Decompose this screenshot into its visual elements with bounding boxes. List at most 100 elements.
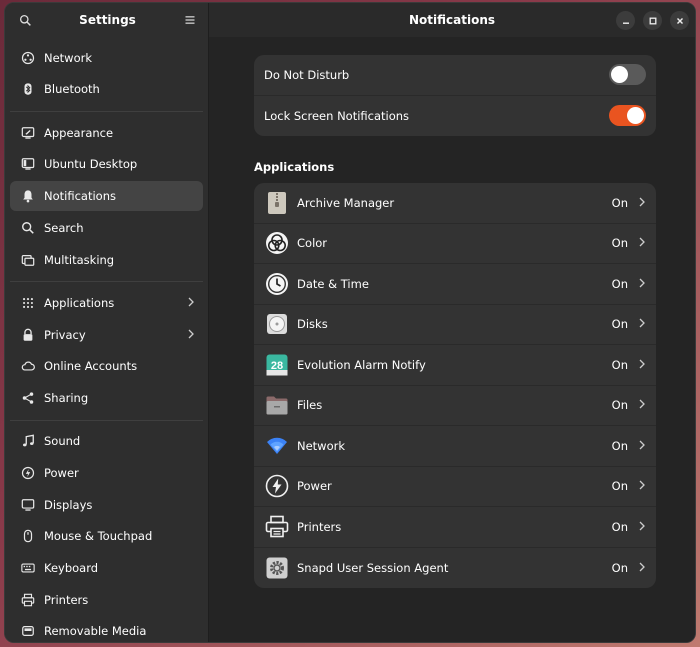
applications-section-title: Applications (254, 160, 335, 174)
lock-screen-notifications-label: Lock Screen Notifications (264, 108, 410, 123)
sidebar-item-appearance[interactable]: Appearance (10, 118, 203, 148)
app-row-archive-manager[interactable]: Archive Manager On (254, 183, 656, 224)
sidebar-item-multitasking[interactable]: Multitasking (10, 245, 203, 275)
app-name: Files (297, 398, 323, 413)
cloud-icon (20, 358, 36, 374)
chevron-right-icon (187, 296, 195, 310)
lock-icon (20, 327, 36, 343)
sidebar-title: Settings (79, 13, 136, 27)
app-row-files[interactable]: Files On (254, 386, 656, 426)
toggle-knob (627, 107, 644, 125)
sidebar-item-removable-media[interactable]: Removable Media (10, 616, 203, 642)
sidebar-item-label: Sharing (44, 390, 89, 405)
sidebar-item-sharing[interactable]: Sharing (10, 383, 203, 413)
page-title: Notifications (408, 13, 496, 27)
desktop-icon (20, 156, 36, 172)
sidebar-item-privacy[interactable]: Privacy (10, 320, 203, 350)
wifi-icon (265, 434, 289, 458)
calendar-icon: 28 (265, 353, 289, 377)
sidebar-item-power[interactable]: Power (10, 458, 203, 488)
app-name: Evolution Alarm Notify (297, 357, 426, 372)
sidebar-item-label: Printers (44, 592, 89, 607)
app-notification-state: On (611, 317, 628, 332)
settings-window: Settings Network Bluetooth Appearance Ubunt… (4, 2, 696, 643)
app-notification-state: On (611, 398, 628, 413)
sidebar-item-label: Power (44, 466, 79, 480)
sidebar-nav: Network Bluetooth Appearance Ubuntu Desktop… (5, 37, 208, 642)
applications-list: Archive Manager On Color On Date & Time On Dis… (254, 183, 656, 588)
app-name: Color (297, 236, 328, 251)
sidebar-item-label: Bluetooth (44, 82, 100, 97)
lock-screen-notifications-row[interactable]: Lock Screen Notifications (254, 96, 656, 137)
sidebar-item-label: Keyboard (44, 561, 99, 576)
main-header: Notifications (209, 3, 695, 37)
do-not-disturb-row[interactable]: Do Not Disturb (254, 55, 656, 96)
sidebar-item-printers[interactable]: Printers (10, 585, 203, 615)
appearance-icon (20, 125, 36, 141)
sidebar-item-ubuntu-desktop[interactable]: Ubuntu Desktop (10, 149, 203, 179)
network-icon (20, 50, 36, 66)
sidebar-group: Sound Power Displays Mouse & Touchpad Keyboa… (5, 421, 208, 642)
clock-icon (265, 272, 289, 296)
sidebar-item-network[interactable]: Network (10, 43, 203, 73)
window-controls (616, 11, 689, 30)
music-note-icon (20, 433, 36, 449)
sidebar-item-mouse-touchpad[interactable]: Mouse & Touchpad (10, 521, 203, 551)
folder-icon (265, 393, 289, 417)
app-notification-state: On (611, 236, 628, 251)
multitasking-icon (20, 252, 36, 268)
app-name: Network (297, 438, 346, 453)
bluetooth-icon (20, 81, 36, 97)
chevron-right-icon (638, 398, 646, 412)
do-not-disturb-toggle[interactable] (609, 64, 646, 86)
menu-icon[interactable] (182, 12, 198, 28)
power-icon (20, 465, 36, 481)
sidebar-item-applications[interactable]: Applications (10, 288, 203, 318)
app-notification-state: On (611, 195, 628, 210)
chevron-right-icon (187, 328, 195, 342)
sidebar-item-label: Sound (44, 434, 81, 449)
removable-media-icon (20, 623, 36, 639)
app-name: Printers (297, 519, 342, 534)
sidebar-item-label: Mouse & Touchpad (44, 529, 153, 544)
search-icon[interactable] (17, 12, 33, 28)
app-row-date-time[interactable]: Date & Time On (254, 264, 656, 305)
archive-icon (265, 191, 289, 215)
chevron-right-icon (638, 358, 646, 372)
share-icon (20, 390, 36, 406)
sidebar-item-keyboard[interactable]: Keyboard (10, 553, 203, 583)
sidebar-item-sound[interactable]: Sound (10, 426, 203, 456)
chevron-right-icon (638, 277, 646, 291)
disks-icon (265, 312, 289, 336)
app-row-network[interactable]: Network On (254, 426, 656, 467)
display-icon (20, 497, 36, 513)
chevron-right-icon (638, 439, 646, 453)
sidebar-item-label: Multitasking (44, 252, 115, 267)
lock-screen-notifications-toggle[interactable] (609, 105, 646, 127)
app-row-printers[interactable]: Printers On (254, 507, 656, 548)
chevron-right-icon (638, 236, 646, 250)
do-not-disturb-label: Do Not Disturb (264, 67, 350, 82)
sidebar-item-bluetooth[interactable]: Bluetooth (10, 74, 203, 104)
sidebar-item-notifications[interactable]: Notifications (10, 181, 203, 212)
app-row-snapd-user-session-agent[interactable]: Snapd User Session Agent On (254, 548, 656, 589)
sidebar-item-label: Online Accounts (44, 359, 138, 374)
mouse-icon (20, 528, 36, 544)
app-row-disks[interactable]: Disks On (254, 305, 656, 345)
app-row-color[interactable]: Color On (254, 224, 656, 264)
app-name: Power (297, 479, 332, 494)
close-button[interactable] (670, 11, 689, 30)
sidebar-item-label: Applications (44, 295, 115, 310)
sidebar-item-search[interactable]: Search (10, 213, 203, 243)
app-name: Date & Time (297, 276, 369, 291)
app-row-power[interactable]: Power On (254, 467, 656, 507)
maximize-button[interactable] (643, 11, 662, 30)
bell-icon (20, 188, 36, 204)
sidebar-item-online-accounts[interactable]: Online Accounts (10, 351, 203, 381)
general-settings-card: Do Not Disturb Lock Screen Notifications (254, 55, 656, 136)
app-notification-state: On (611, 276, 628, 291)
app-row-evolution-alarm-notify[interactable]: 28 Evolution Alarm Notify On (254, 345, 656, 386)
minimize-button[interactable] (616, 11, 635, 30)
sidebar-group: Network Bluetooth (5, 37, 208, 111)
sidebar-item-displays[interactable]: Displays (10, 490, 203, 520)
